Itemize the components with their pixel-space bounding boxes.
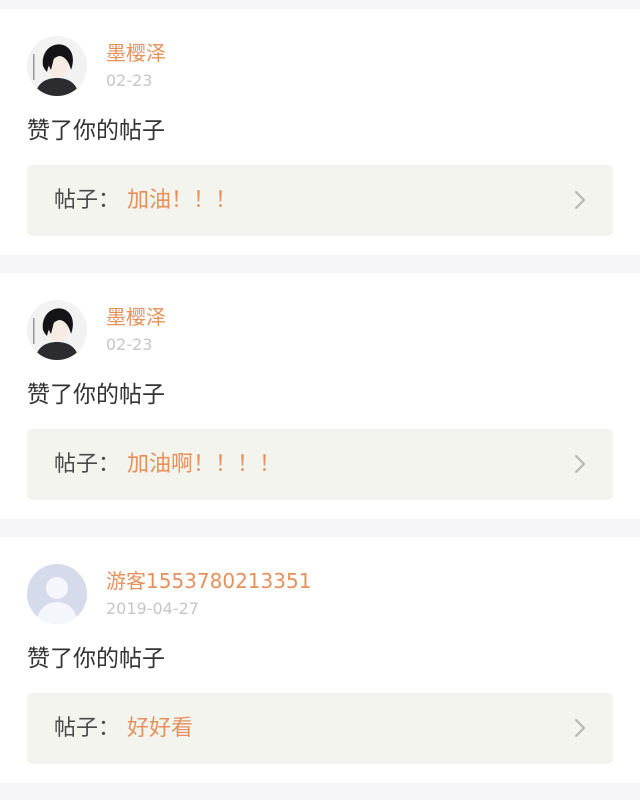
avatar[interactable] (27, 564, 87, 624)
chevron-right-icon (573, 453, 587, 475)
notification-card: 游客1553780213351 2019-04-27 赞了你的帖子 帖子： 好好… (0, 537, 640, 783)
username[interactable]: 墨樱泽 (106, 40, 166, 66)
username[interactable]: 游客1553780213351 (106, 568, 311, 594)
post-label: 帖子： (54, 716, 121, 741)
username[interactable]: 墨樱泽 (106, 304, 166, 330)
notification-feed: 墨樱泽 02-23 赞了你的帖子 帖子： 加油！！！ 墨樱泽 02-23 赞了你… (0, 0, 640, 800)
anime-boy-avatar-icon (27, 36, 87, 96)
post-title: 加油！！！ (127, 188, 238, 213)
post-label: 帖子： (54, 452, 121, 477)
anime-boy-avatar-icon (27, 300, 87, 360)
action-text: 赞了你的帖子 (27, 382, 165, 408)
timestamp: 02-23 (106, 71, 153, 90)
action-text: 赞了你的帖子 (27, 646, 165, 672)
avatar[interactable] (27, 300, 87, 360)
action-text: 赞了你的帖子 (27, 118, 165, 144)
timestamp: 02-23 (106, 335, 153, 354)
post-title: 加油啊！！！！ (127, 452, 282, 477)
notification-card: 墨樱泽 02-23 赞了你的帖子 帖子： 加油！！！ (0, 9, 640, 255)
chevron-right-icon (573, 717, 587, 739)
chevron-right-icon (573, 189, 587, 211)
post-link[interactable]: 帖子： 加油啊！！！！ (27, 429, 613, 500)
post-link[interactable]: 帖子： 好好看 (27, 693, 613, 764)
timestamp: 2019-04-27 (106, 599, 199, 618)
post-title: 好好看 (127, 716, 194, 741)
avatar[interactable] (27, 36, 87, 96)
post-label: 帖子： (54, 188, 121, 213)
post-link[interactable]: 帖子： 加油！！！ (27, 165, 613, 236)
default-user-avatar-icon (27, 564, 87, 624)
notification-card: 墨樱泽 02-23 赞了你的帖子 帖子： 加油啊！！！！ (0, 273, 640, 519)
